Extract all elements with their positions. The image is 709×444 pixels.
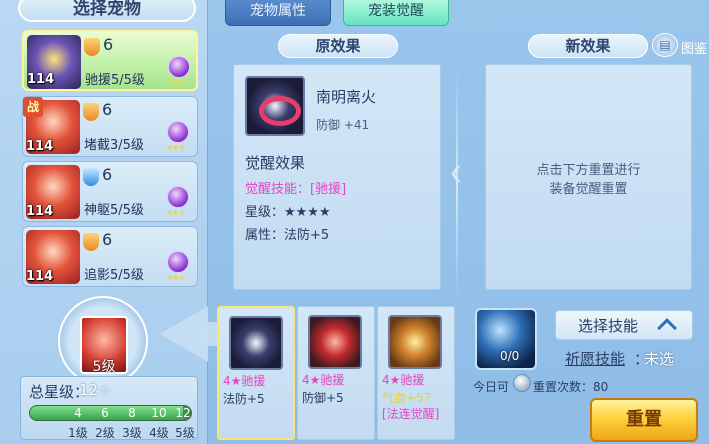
grade-label: 1级: [68, 426, 88, 440]
skill-orb-icon: [167, 186, 189, 208]
skill-orb-icon: [167, 121, 189, 143]
star-summary-panel: 总星级： 12☆ 4 6 8 10 12 1级 2级 3级 4级 5级: [20, 376, 198, 440]
today-available-label: 今日可: [473, 380, 510, 394]
pray-skill-value: 未选: [644, 350, 675, 368]
select-skill-dropdown[interactable]: 选择技能: [555, 310, 693, 340]
bar-number: 4: [74, 406, 82, 420]
equipment-card-2[interactable]: 4★驰援 防御+5: [297, 306, 375, 440]
divider-ornament-icon: ❮: [449, 163, 463, 182]
necklace-icon: [229, 316, 283, 370]
pet-stars: ★★★: [167, 78, 186, 87]
bar-number: 6: [101, 406, 109, 420]
item-name: 南明离火: [316, 88, 377, 106]
awaken-skill: 觉醒技能：[驰援]: [245, 182, 347, 197]
pet-quality-number: 6: [103, 35, 114, 54]
pet-level: 114: [27, 72, 55, 87]
pet-level: 114: [26, 204, 54, 219]
equipment-skill: 4★驰援: [223, 374, 266, 388]
silver-coin-icon: [513, 374, 531, 392]
bead-necklace-icon: [388, 315, 442, 369]
shield-icon: [84, 38, 100, 56]
awaken-effect-title: 觉醒效果: [245, 154, 306, 172]
reset-times-label: 重置次数：80: [533, 380, 609, 394]
pet-card-4[interactable]: 114 6 追影5/5级 ★★★: [22, 226, 198, 287]
arrow-tail: [196, 322, 218, 346]
shield-icon: [83, 103, 99, 121]
codex-label[interactable]: 图鉴: [681, 38, 707, 57]
tab-pet-equipment-awaken[interactable]: 宠装觉醒: [343, 0, 449, 26]
chevron-up-icon: [657, 318, 677, 338]
pet-card-1[interactable]: 114 6 驰援5/5级 ★★★: [22, 30, 198, 91]
pet-level: 114: [26, 139, 54, 154]
pet-quality-number: 6: [102, 230, 113, 249]
equipment-skill: 4★驰援: [302, 373, 345, 387]
pet-card-2[interactable]: 战 114 6 堵截3/5级 ★★★: [22, 96, 198, 157]
new-effect-header: 新效果: [528, 34, 648, 58]
necklace-icon: [245, 76, 305, 136]
equipment-stat: 法防+5: [223, 392, 265, 406]
grade-label: 5级: [175, 426, 195, 440]
armor-icon: [308, 315, 362, 369]
pet-level: 114: [26, 269, 54, 284]
pet-stars: ★★★: [166, 208, 185, 217]
awaken-attribute: 属性：法防+5: [245, 228, 330, 243]
total-star-value: 12☆: [79, 381, 112, 399]
grade-label: 2级: [95, 426, 115, 440]
item-stat: 防御 +41: [316, 118, 370, 132]
skill-orb-icon: [167, 251, 189, 273]
tab-pet-attributes[interactable]: 宠物属性: [225, 0, 331, 26]
shield-icon: [83, 233, 99, 251]
pet-skill-level: 神躯5/5级: [84, 203, 144, 218]
pet-skill-level: 堵截3/5级: [84, 138, 144, 153]
bar-number: 12: [175, 406, 191, 420]
pet-list-title: 选择宠物: [18, 0, 196, 22]
skill-orb-icon: [168, 56, 190, 78]
equipment-stat: 防御+5: [302, 391, 344, 405]
pet-skill-level: 追影5/5级: [84, 268, 144, 283]
equipment-skill: 4★驰援: [382, 373, 425, 387]
grade-label: 3级: [122, 426, 142, 440]
pet-quality-number: 6: [102, 100, 113, 119]
pet-card-3[interactable]: 114 6 神躯5/5级 ★★★: [22, 161, 198, 222]
panel-divider: [456, 70, 458, 300]
equipment-card-3[interactable]: 4★驰援 气血+57 [法连觉醒]: [377, 306, 455, 440]
reset-button[interactable]: 重置: [590, 398, 698, 442]
new-effect-hint: 装备觉醒重置: [549, 182, 628, 197]
book-icon[interactable]: ▤: [652, 33, 678, 57]
pet-stars: ★★★: [166, 143, 185, 152]
original-effect-header: 原效果: [278, 34, 398, 58]
bar-number: 10: [151, 406, 167, 420]
awaken-star-level: 星级：★★★★: [245, 205, 331, 220]
select-skill-label: 选择技能: [578, 317, 639, 335]
bar-number: 8: [128, 406, 136, 420]
equipment-extra-awaken: [法连觉醒]: [382, 407, 440, 421]
shield-icon: [83, 168, 99, 186]
equipment-stat: 气血+57: [382, 391, 432, 405]
pet-skill-level: 驰援5/5级: [85, 73, 145, 88]
pet-medallion-level: 5级: [92, 359, 116, 375]
pet-stars: ★★★: [166, 273, 185, 282]
pet-quality-number: 6: [102, 165, 113, 184]
equipment-card-1[interactable]: 4★驰援 法防+5: [217, 306, 295, 440]
pray-skill-link[interactable]: 祈愿技能: [565, 348, 625, 369]
reset-material-count: 0/0: [500, 349, 520, 363]
new-effect-hint: 点击下方重置进行: [536, 163, 641, 178]
battle-badge: 战: [23, 97, 43, 117]
